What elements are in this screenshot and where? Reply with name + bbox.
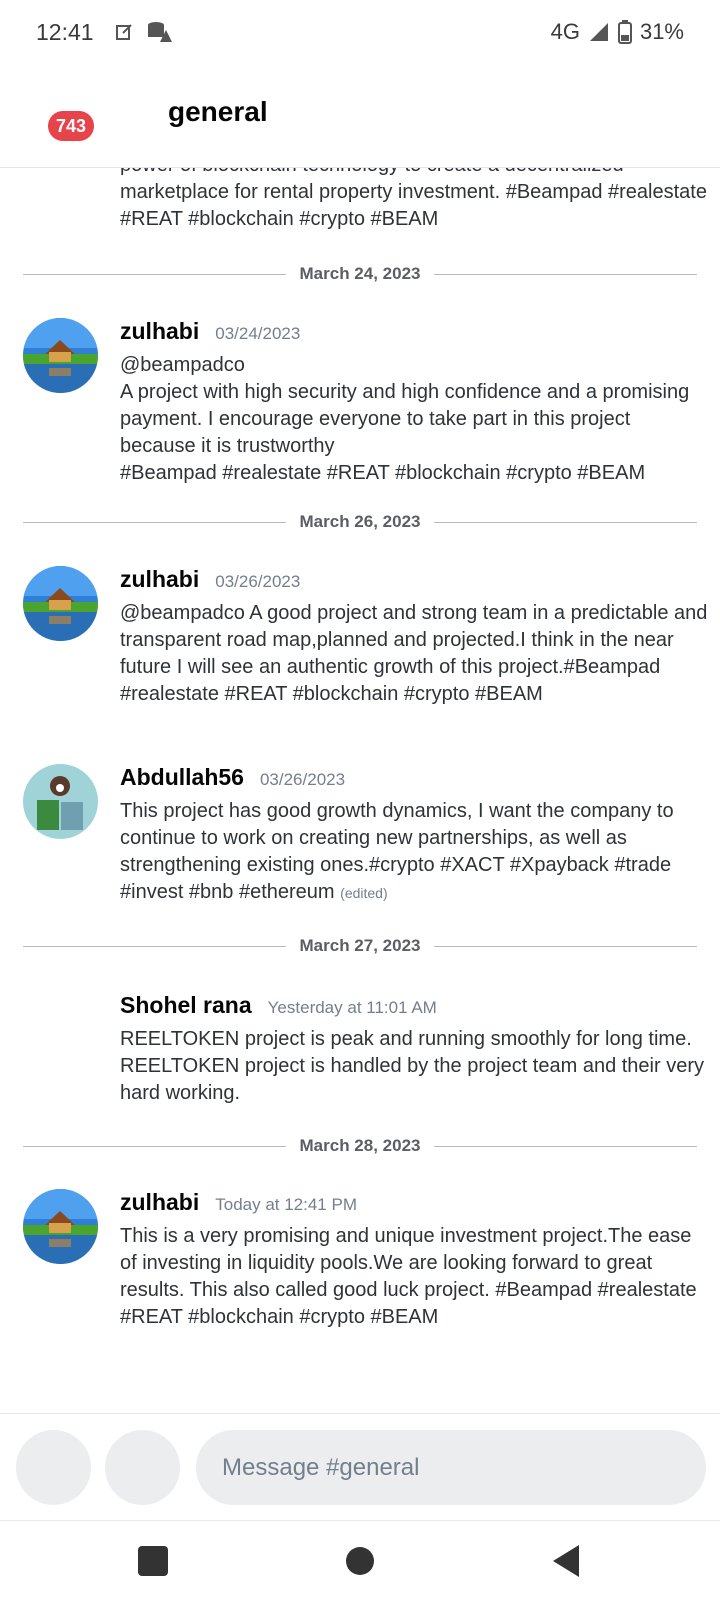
message-list[interactable]: power of blockchain technology to create… — [0, 168, 720, 1413]
message-timestamp: Yesterday at 11:01 AM — [267, 998, 437, 1017]
message-timestamp: 03/26/2023 — [259, 770, 346, 789]
channel-title: general — [168, 96, 268, 127]
avatar[interactable] — [23, 1189, 98, 1264]
date-divider: March 28, 2023 — [23, 1134, 697, 1158]
back-triangle-icon[interactable] — [547, 1541, 587, 1581]
network-label: 4G — [550, 19, 580, 44]
status-time: 12:41 — [36, 18, 94, 45]
storage-alert-icon — [147, 22, 172, 42]
battery-percent: 31% — [639, 19, 684, 44]
note-icon — [115, 24, 132, 40]
partial-message-text: power of blockchain technology to create… — [120, 168, 707, 230]
signal-icon — [589, 23, 608, 41]
gift-button[interactable] — [105, 1430, 180, 1505]
author-name[interactable]: zulhabi — [120, 1189, 199, 1216]
date-divider: March 24, 2023 — [23, 262, 697, 286]
message-text: This project has good growth dynamics, I… — [120, 800, 674, 903]
author-name[interactable]: zulhabi — [120, 318, 199, 345]
message-text: REELTOKEN project is peak and running sm… — [120, 1028, 704, 1104]
message-text: @beampadco A good project and strong tea… — [120, 602, 708, 705]
add-attachment-button[interactable] — [16, 1430, 91, 1505]
message-text: @beampadco A project with high security … — [120, 354, 690, 484]
avatar[interactable] — [23, 318, 98, 393]
home-circle-icon[interactable] — [340, 1541, 380, 1581]
recents-square-icon[interactable] — [133, 1541, 173, 1581]
message-text: This is a very promising and unique inve… — [120, 1225, 697, 1328]
edited-label: (edited) — [340, 885, 388, 901]
message-input[interactable]: Message #general — [196, 1430, 706, 1505]
date-divider: March 27, 2023 — [23, 934, 697, 958]
author-name[interactable]: Shohel rana — [120, 992, 252, 1019]
author-name[interactable]: Abdullah56 — [120, 764, 244, 791]
author-name[interactable]: zulhabi — [120, 566, 199, 593]
avatar[interactable] — [23, 764, 98, 839]
date-divider: March 26, 2023 — [23, 510, 697, 534]
message-composer: Message #general — [0, 1413, 720, 1520]
system-nav-bar — [0, 1520, 720, 1600]
message-timestamp: Today at 12:41 PM — [215, 1195, 357, 1214]
channel-header: 743 general — [0, 64, 720, 168]
status-bar: 12:41 4G 31% — [0, 0, 720, 64]
avatar[interactable] — [23, 566, 98, 641]
message-timestamp: 03/26/2023 — [215, 572, 301, 591]
unread-badge[interactable]: 743 — [48, 111, 95, 141]
battery-icon — [617, 20, 632, 44]
message-timestamp: 03/24/2023 — [215, 324, 301, 343]
